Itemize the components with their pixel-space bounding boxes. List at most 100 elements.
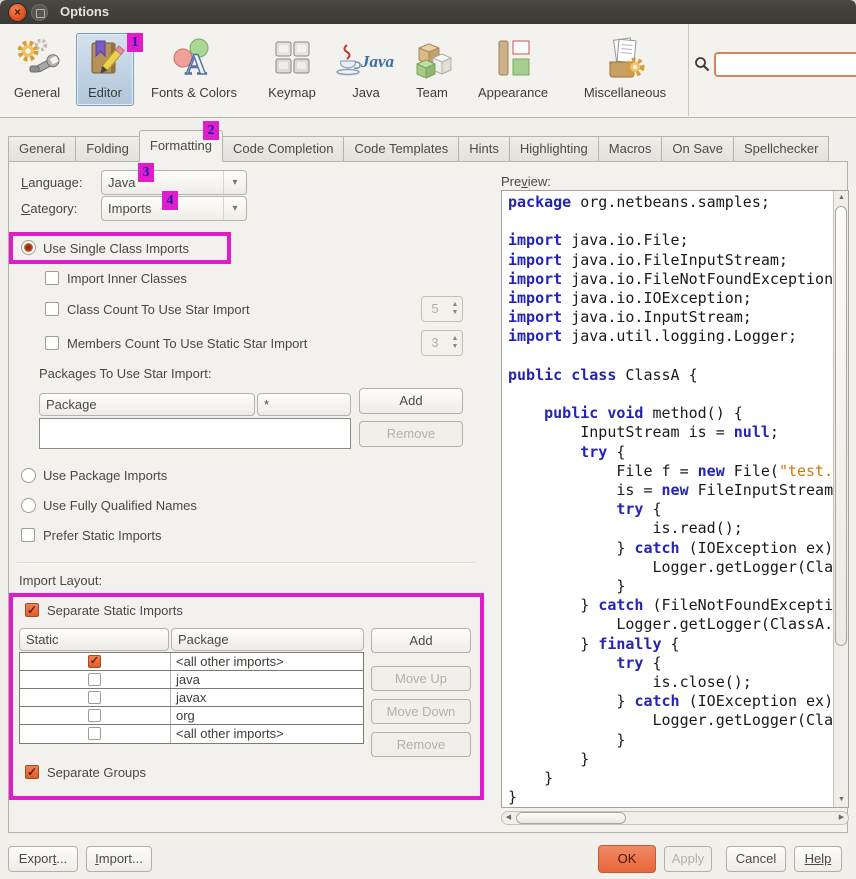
code-line xyxy=(508,212,833,231)
prefer-static-checkbox[interactable]: ✓ xyxy=(21,528,35,542)
scroll-right-icon[interactable]: ▶ xyxy=(835,812,848,824)
layout-row-package: javax xyxy=(172,689,363,706)
tab-hints[interactable]: Hints xyxy=(458,136,510,162)
class-count-checkbox[interactable]: ✓ xyxy=(45,302,59,316)
prefer-static-label: Prefer Static Imports xyxy=(43,528,161,543)
vertical-scrollbar[interactable]: ▲ ▼ xyxy=(833,191,848,807)
tab-on-save[interactable]: On Save xyxy=(661,136,734,162)
layout-row-package: <all other imports> xyxy=(172,725,363,742)
tab-spellchecker[interactable]: Spellchecker xyxy=(733,136,829,162)
layout-row-checkbox[interactable]: ✓ xyxy=(88,727,101,740)
star-remove-button[interactable]: Remove xyxy=(359,421,463,447)
papers-gear-icon xyxy=(602,34,648,84)
layout-row-checkbox[interactable]: ✓ xyxy=(88,709,101,722)
code-line: public void method() { xyxy=(508,404,833,423)
apply-button[interactable]: Apply xyxy=(664,846,712,872)
layout-row-static-cell: ✓ xyxy=(20,707,171,724)
scroll-up-icon[interactable]: ▲ xyxy=(834,191,849,205)
annotation-2: 2 xyxy=(203,121,219,140)
tab-macros[interactable]: Macros xyxy=(598,136,663,162)
search-input[interactable] xyxy=(714,52,856,77)
layout-row-package: org xyxy=(172,707,363,724)
tab-code-templates[interactable]: Code Templates xyxy=(343,136,459,162)
category-label: Category: xyxy=(21,201,77,216)
annotation-4: 4 xyxy=(162,191,178,210)
toolbar-item-java[interactable]: JavaJava xyxy=(332,34,400,110)
preview-label: Preview: xyxy=(501,174,551,189)
layout-table-row[interactable]: ✓java xyxy=(20,671,363,689)
fonts-colors-icon: A xyxy=(171,34,217,84)
export-button[interactable]: Export... xyxy=(8,846,78,872)
star-add-button[interactable]: Add xyxy=(359,388,463,414)
toolbar-item-label: Team xyxy=(416,85,448,100)
tab-code-completion[interactable]: Code Completion xyxy=(222,136,344,162)
scroll-down-icon[interactable]: ▼ xyxy=(834,793,849,807)
code-line: try { xyxy=(508,500,833,519)
vertical-scroll-thumb[interactable] xyxy=(835,206,847,646)
separate-groups-checkbox[interactable]: ✓ xyxy=(25,765,39,779)
use-fully-qualified-radio[interactable] xyxy=(21,498,36,513)
horizontal-scroll-thumb[interactable] xyxy=(516,812,626,824)
layout-table-body[interactable]: ✓<all other imports>✓java✓javax✓org✓<all… xyxy=(19,652,364,744)
preview-code-area[interactable]: package org.netbeans.samples; import jav… xyxy=(501,190,849,808)
star-table-body[interactable] xyxy=(39,418,351,449)
chevron-down-icon: ▾ xyxy=(223,197,246,220)
import-button[interactable]: Import... xyxy=(86,846,152,872)
svg-text:A: A xyxy=(185,48,207,81)
move-down-button[interactable]: Move Down xyxy=(371,699,471,724)
toolbar-item-general[interactable]: General xyxy=(6,34,68,110)
class-count-spinner[interactable]: 5 ▲▼ xyxy=(421,296,463,322)
toolbar-item-team[interactable]: Team xyxy=(406,34,458,110)
layout-table-row[interactable]: ✓<all other imports> xyxy=(20,653,363,671)
star-table-star-header[interactable]: * xyxy=(257,393,351,416)
toolbar-item-editor[interactable]: Editor xyxy=(76,33,134,106)
code-line: import java.io.FileNotFoundException; xyxy=(508,270,833,289)
move-up-button[interactable]: Move Up xyxy=(371,666,471,691)
toolbar-item-label: Miscellaneous xyxy=(584,85,666,100)
code-line: } xyxy=(508,750,833,769)
toolbar-item-keymap[interactable]: Keymap xyxy=(256,34,328,110)
import-inner-classes-checkbox[interactable]: ✓ xyxy=(45,271,59,285)
layout-row-checkbox[interactable]: ✓ xyxy=(88,655,101,668)
members-count-checkbox[interactable]: ✓ xyxy=(45,336,59,350)
layout-row-checkbox[interactable]: ✓ xyxy=(88,691,101,704)
layout-table-row[interactable]: ✓ org xyxy=(20,707,363,725)
horizontal-scrollbar[interactable]: ◀ ▶ xyxy=(501,811,849,825)
separate-static-checkbox[interactable]: ✓ xyxy=(25,603,39,617)
tab-general[interactable]: General xyxy=(8,136,76,162)
toolbar-item-label: Editor xyxy=(88,85,122,100)
code-line: } xyxy=(508,577,833,596)
use-single-class-imports-radio[interactable] xyxy=(21,240,36,255)
close-icon[interactable]: × xyxy=(8,3,27,22)
use-package-imports-radio[interactable] xyxy=(21,468,36,483)
section-divider xyxy=(17,562,475,564)
code-line: try { xyxy=(508,654,833,673)
help-button[interactable]: Help xyxy=(794,846,842,872)
star-table-package-header[interactable]: Package xyxy=(39,393,255,416)
restore-icon[interactable] xyxy=(31,4,48,21)
layout-table-static-header[interactable]: Static xyxy=(19,628,169,651)
spinner-arrows-icon[interactable]: ▲▼ xyxy=(448,331,462,355)
ok-button[interactable]: OK xyxy=(598,845,656,873)
toolbar-item-appearance[interactable]: Appearance xyxy=(464,34,562,110)
cubes-icon xyxy=(409,34,455,84)
toolbar-item-miscellaneous[interactable]: Miscellaneous xyxy=(566,34,684,110)
spinner-arrows-icon[interactable]: ▲▼ xyxy=(448,297,462,321)
search-icon xyxy=(694,56,710,72)
layout-table-row[interactable]: ✓ javax xyxy=(20,689,363,707)
layout-remove-button[interactable]: Remove xyxy=(371,732,471,757)
tab-highlighting[interactable]: Highlighting xyxy=(509,136,599,162)
layout-add-button[interactable]: Add xyxy=(371,628,471,653)
toolbar-item-label: Appearance xyxy=(478,85,548,100)
code-line: import java.io.IOException; xyxy=(508,289,833,308)
layout-row-checkbox[interactable]: ✓ xyxy=(88,673,101,686)
layout-table-row[interactable]: ✓ <all other imports> xyxy=(20,725,363,743)
tab-folding[interactable]: Folding xyxy=(75,136,140,162)
members-count-spinner[interactable]: 3 ▲▼ xyxy=(421,330,463,356)
layout-table-package-header[interactable]: Package xyxy=(171,628,364,651)
packages-star-label: Packages To Use Star Import: xyxy=(39,366,211,381)
scroll-left-icon[interactable]: ◀ xyxy=(502,812,515,824)
toolbar-item-fonts-colors[interactable]: AFonts & Colors xyxy=(138,34,250,110)
cancel-button[interactable]: Cancel xyxy=(726,846,786,872)
code-line: import java.io.InputStream; xyxy=(508,308,833,327)
